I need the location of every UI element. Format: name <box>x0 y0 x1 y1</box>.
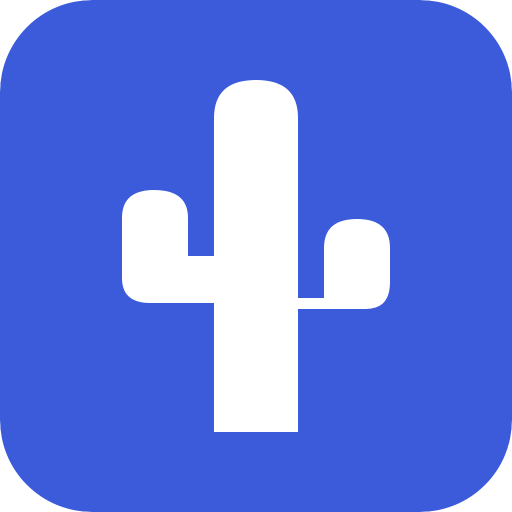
app-icon-tile[interactable] <box>0 0 512 512</box>
cactus-app-icon-svg <box>0 0 512 512</box>
cactus-trunk <box>214 80 298 432</box>
